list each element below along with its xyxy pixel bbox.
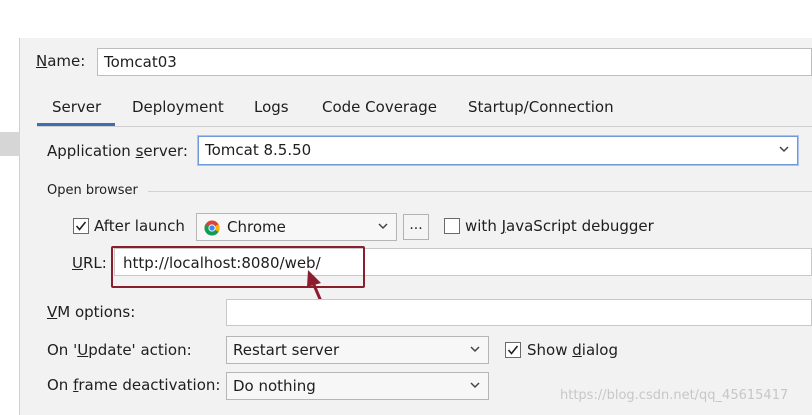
browser-value: Chrome [227,218,286,236]
tab-logs-label: Logs [254,98,289,116]
on-update-value: Restart server [233,341,340,359]
selected-tab-indicator [37,123,115,126]
title-area [0,0,812,38]
show-dialog-checkbox[interactable] [505,342,521,358]
tab-code-coverage-label: Code Coverage [322,98,438,116]
checkmark-icon [507,345,519,355]
name-label: Name: [36,52,86,70]
name-input-value: Tomcat03 [104,53,177,71]
url-label: URL: [72,254,107,272]
vm-options-label: VM options: [47,303,136,321]
configurations-tree-panel[interactable] [0,38,20,415]
open-browser-section-title: Open browser [47,183,138,198]
application-server-value: Tomcat 8.5.50 [205,141,312,159]
js-debugger-label[interactable]: with JavaScript debugger [465,217,654,235]
tab-server-label: Server [52,98,102,116]
selected-configuration-row[interactable] [0,132,20,156]
on-frame-deactivation-select[interactable]: Do nothing [226,372,489,400]
after-launch-label[interactable]: After launch [94,217,185,235]
application-server-select[interactable]: Tomcat 8.5.50 [198,136,798,165]
on-update-label: On 'Update' action: [47,341,192,359]
section-divider [148,191,812,192]
on-frame-deactivation-label: On frame deactivation: [47,376,221,394]
watermark-text: https://blog.csdn.net/qq_45615417 [560,388,789,403]
on-frame-deactivation-value: Do nothing [233,377,316,395]
chevron-down-icon [470,380,480,390]
vm-options-input[interactable] [226,299,812,326]
name-input[interactable]: Tomcat03 [97,48,812,76]
tab-deployment[interactable]: Deployment [132,97,224,127]
tab-startup-connection-label: Startup/Connection [468,98,614,116]
chrome-icon [204,220,220,240]
chevron-down-icon [378,221,388,231]
chevron-down-icon [470,344,480,354]
application-server-label: Application server: [47,142,188,160]
js-debugger-checkbox[interactable] [444,218,460,234]
browser-select[interactable]: Chrome [196,213,397,241]
tab-deployment-label: Deployment [132,98,224,116]
tab-code-coverage[interactable]: Code Coverage [322,97,437,127]
chevron-down-icon [779,144,789,154]
tab-startup-connection[interactable]: Startup/Connection [468,97,614,127]
on-update-select[interactable]: Restart server [226,336,489,364]
tab-logs[interactable]: Logs [254,97,289,127]
browse-browser-button[interactable]: ... [403,214,429,240]
tabs-divider [37,126,812,127]
after-launch-checkbox[interactable] [73,218,89,234]
show-dialog-label[interactable]: Show dialog [527,341,618,359]
checkmark-icon [75,221,87,231]
